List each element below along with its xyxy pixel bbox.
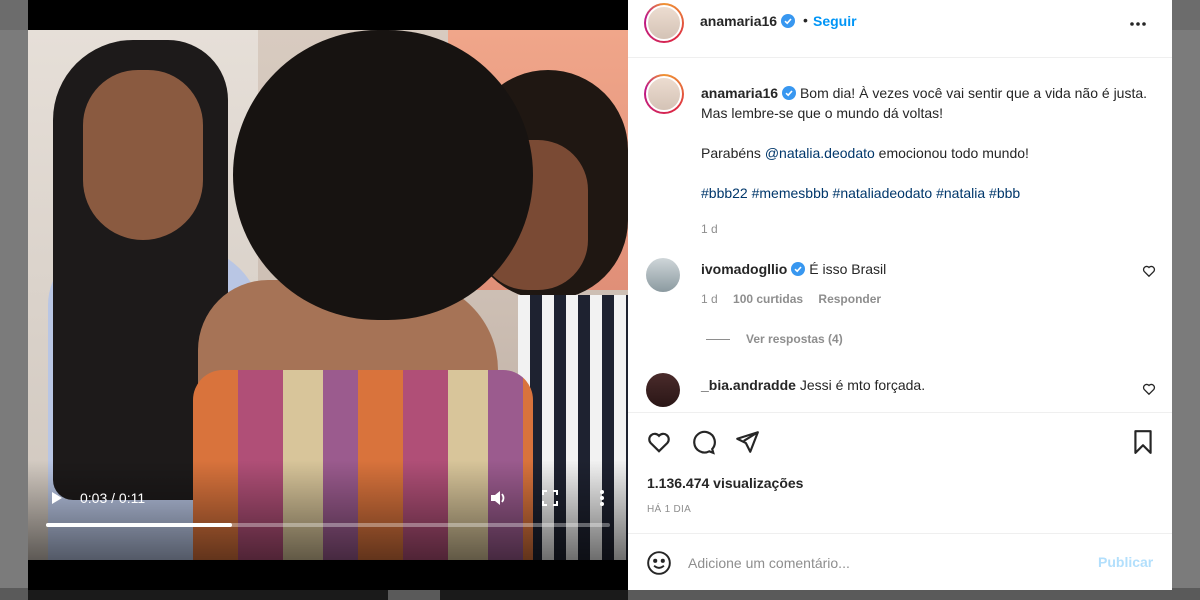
author-username[interactable]: anamaria16 xyxy=(700,13,777,29)
caption-text: anamaria16 Bom dia! À vezes você vai sen… xyxy=(701,83,1151,239)
grid-thumbnail[interactable] xyxy=(28,590,388,600)
volume-icon[interactable] xyxy=(486,486,510,510)
more-vertical-icon[interactable] xyxy=(590,486,614,510)
video-person-middle-hair xyxy=(233,30,533,320)
avatar[interactable] xyxy=(646,258,680,292)
avatar[interactable] xyxy=(644,3,684,43)
video-person-left-face xyxy=(83,70,203,240)
avatar[interactable] xyxy=(644,74,684,114)
play-icon[interactable] xyxy=(44,486,68,510)
more-horizontal-icon[interactable] xyxy=(1128,14,1156,34)
video-time: 0:03 / 0:11 xyxy=(80,490,146,506)
verified-icon xyxy=(791,262,806,276)
comment-likes[interactable]: 100 curtidas xyxy=(733,292,803,306)
hashtag-link[interactable]: #bbb xyxy=(989,185,1020,201)
comment-meta: 1 d 100 curtidas Responder xyxy=(701,292,893,306)
replies-divider xyxy=(706,338,730,340)
post-header: anamaria16 • Seguir xyxy=(628,0,1172,58)
video-progress-fill xyxy=(46,523,233,527)
comment-time: 1 d xyxy=(701,292,718,306)
post-time-ago: HÁ 1 DIA xyxy=(647,504,692,515)
post-details-panel: anamaria16 • Seguir anamaria16 Bom dia! … xyxy=(628,0,1172,590)
mention-link[interactable]: @natalia.deodato xyxy=(765,145,875,161)
hashtag-link[interactable]: #memesbbb xyxy=(752,185,829,201)
caption-para2-suffix: emocionou todo mundo! xyxy=(874,145,1029,161)
comment-username[interactable]: ivomadogllio xyxy=(701,261,787,277)
verified-icon xyxy=(782,86,797,100)
heart-icon[interactable] xyxy=(646,429,672,455)
comment-input[interactable] xyxy=(688,550,1088,576)
grid-thumbnail[interactable] xyxy=(440,590,628,600)
heart-icon[interactable] xyxy=(1142,382,1156,396)
view-replies-button[interactable]: Ver respostas (4) xyxy=(706,332,843,346)
comment-text: ivomadogllio É isso Brasil xyxy=(701,259,1121,279)
reply-button[interactable]: Responder xyxy=(818,292,881,306)
author-name-row: anamaria16 xyxy=(700,13,796,31)
hashtag-link[interactable]: #bbb22 xyxy=(701,185,748,201)
caption-para2-prefix: Parabéns xyxy=(701,145,765,161)
share-icon[interactable] xyxy=(734,429,760,455)
comment-composer: Publicar xyxy=(628,533,1172,590)
hashtag-link[interactable]: #natalia xyxy=(936,185,985,201)
post-video[interactable]: 0:03 / 0:11 xyxy=(28,0,628,590)
view-count[interactable]: 1.136.474 visualizações xyxy=(647,475,803,491)
video-progress-bar[interactable] xyxy=(46,523,610,527)
post-actions: 1.136.474 visualizações HÁ 1 DIA xyxy=(628,412,1172,532)
view-replies-label: Ver respostas (4) xyxy=(746,332,843,346)
publish-button[interactable]: Publicar xyxy=(1098,554,1153,570)
comment-icon[interactable] xyxy=(690,429,716,455)
caption-username[interactable]: anamaria16 xyxy=(701,85,778,101)
follow-button[interactable]: Seguir xyxy=(813,13,857,29)
avatar[interactable] xyxy=(646,373,680,407)
comment-username[interactable]: _bia.andradde xyxy=(701,377,796,393)
comment-body: É isso Brasil xyxy=(809,261,887,277)
video-controls: 0:03 / 0:11 xyxy=(28,480,628,520)
fullscreen-icon[interactable] xyxy=(538,486,562,510)
comment-text: _bia.andradde Jessi é mto forçada. xyxy=(701,375,1121,395)
bookmark-icon[interactable] xyxy=(1130,429,1156,455)
hashtags: #bbb22 #memesbbb #nataliadeodato #natali… xyxy=(701,183,1151,203)
heart-icon[interactable] xyxy=(1142,264,1156,278)
hashtag-link[interactable]: #nataliadeodato xyxy=(833,185,933,201)
emoji-icon[interactable] xyxy=(646,550,672,576)
caption-para2: Parabéns @natalia.deodato emocionou todo… xyxy=(701,143,1151,163)
follow-separator: • xyxy=(803,12,808,28)
caption-time: 1 d xyxy=(701,222,718,236)
verified-icon xyxy=(781,14,796,28)
comment-body: Jessi é mto forçada. xyxy=(799,377,926,393)
